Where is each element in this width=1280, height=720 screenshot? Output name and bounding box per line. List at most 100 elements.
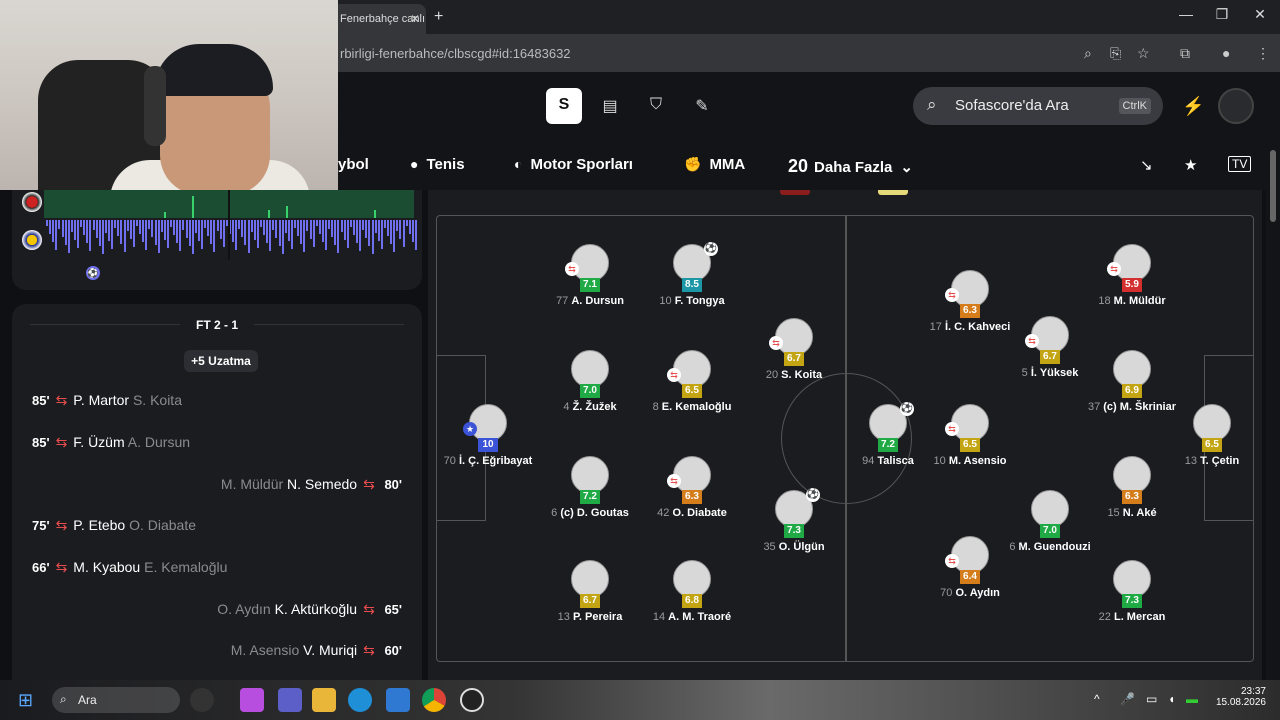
minimize-icon[interactable]: —: [1176, 6, 1196, 22]
momentum-bar: [346, 220, 349, 248]
substitution-icon: ⇆: [55, 559, 68, 575]
momentum-bar: [101, 220, 104, 254]
search-input[interactable]: ⌕ Sofascore'da Ara CtrlK: [913, 87, 1163, 125]
momentum-bar: [194, 220, 197, 233]
player-number: 10: [659, 295, 675, 307]
momentum-bar: [331, 220, 334, 237]
player-rating: 6.5: [682, 384, 702, 398]
momentum-bar: [290, 220, 293, 249]
clock[interactable]: 23:37 15.08.2026: [1210, 686, 1266, 708]
momentum-bar: [55, 220, 58, 250]
momentum-bar: [188, 220, 191, 246]
profile-icon[interactable]: ●: [1222, 45, 1230, 61]
momentum-bar: [157, 220, 160, 253]
momentum-bar: [163, 220, 166, 240]
sport-tab-tennis[interactable]: ● Tenis: [410, 156, 465, 173]
player-home[interactable]: 6.7 13 P. Pereira: [542, 560, 638, 623]
search-icon: ⌕: [60, 692, 67, 706]
player-photo: [571, 560, 609, 598]
chrome-icon[interactable]: [422, 688, 446, 712]
player-rating: 7.0: [1040, 524, 1060, 538]
momentum-bar: [192, 196, 194, 218]
player-home[interactable]: 7.3 35 O. Ülgün ⚽: [746, 488, 842, 553]
teams-icon[interactable]: [278, 688, 302, 712]
player-away[interactable]: 5.9 18 M. Müldür ⇆: [1084, 244, 1180, 307]
momentum-bar: [182, 220, 185, 230]
sport-tab-motor[interactable]: ◐ Motor Sporları: [514, 156, 633, 173]
tray-chevron-icon[interactable]: ^: [1094, 692, 1100, 706]
player-rating: 6.8: [682, 594, 702, 608]
momentum-bar: [241, 220, 244, 237]
network-icon[interactable]: ▭: [1146, 692, 1157, 706]
sport-tab-mma[interactable]: ✊ MMA: [684, 156, 745, 173]
store-icon[interactable]: [386, 688, 410, 712]
player-away[interactable]: 6.4 70 O. Aydın ⇆: [922, 536, 1018, 599]
copilot-icon[interactable]: [240, 688, 264, 712]
browser-tab[interactable]: Fenerbahçe canlı ✕: [330, 4, 426, 34]
momentum-bar: [170, 220, 172, 227]
close-tab-icon[interactable]: ✕: [410, 12, 420, 26]
player-name: 22 L. Mercan: [1098, 611, 1166, 623]
momentum-bar: [278, 220, 281, 246]
sub-player-in: M. Kyabou: [73, 559, 145, 575]
helmet-icon: ◐: [514, 156, 523, 172]
new-tab-button[interactable]: +: [434, 8, 443, 26]
edge-icon[interactable]: [348, 688, 372, 712]
sofascore-logo-icon[interactable]: S: [546, 88, 582, 124]
player-away[interactable]: 6.5 10 M. Asensio ⇆: [922, 404, 1018, 467]
momentum-bar: [235, 220, 238, 250]
favorites-star-icon[interactable]: ★: [1184, 156, 1197, 174]
folder-icon[interactable]: [312, 688, 336, 712]
edit-icon[interactable]: ✎: [684, 88, 720, 124]
sport-tab-football[interactable]: ybol: [338, 156, 369, 173]
shield-icon[interactable]: ⛉: [638, 88, 674, 124]
player-home[interactable]: 7.0 4 Ž. Žužek: [542, 350, 638, 413]
momentum-bar: [132, 220, 135, 247]
maximize-icon[interactable]: ❐: [1212, 6, 1232, 23]
extensions-icon[interactable]: ⧉: [1180, 45, 1190, 62]
install-icon[interactable]: ⎘: [1110, 45, 1121, 62]
windows-start-icon[interactable]: ⊞: [18, 690, 33, 711]
momentum-bar: [160, 220, 163, 232]
momentum-bar: [287, 220, 290, 241]
player-number: 37: [1087, 401, 1104, 413]
news-icon[interactable]: ▤: [592, 88, 628, 124]
player-home[interactable]: 10 70 İ. Ç. Eğribayat ★: [440, 404, 536, 467]
player-home[interactable]: 7.1 77 A. Dursun ⇆: [542, 244, 638, 307]
close-window-icon[interactable]: ✕: [1250, 6, 1270, 23]
player-name: 70 O. Aydın: [940, 587, 1000, 599]
player-away[interactable]: 6.3 15 N. Aké: [1084, 456, 1180, 519]
momentum-bar: [238, 220, 241, 229]
sub-minute: 80': [380, 477, 402, 492]
avatar[interactable]: [1218, 88, 1254, 124]
volume-icon[interactable]: ◖: [1168, 692, 1175, 706]
taskbar-search[interactable]: ⌕ Ara: [52, 687, 180, 713]
scrollbar-thumb[interactable]: [1270, 150, 1276, 222]
momentum-bar: [256, 220, 259, 248]
player-number: 5: [1021, 367, 1031, 379]
player-number: 70: [443, 455, 459, 467]
trending-icon[interactable]: ↘: [1140, 156, 1153, 174]
menu-dots-icon[interactable]: ⋮: [1256, 45, 1270, 62]
momentum-bar: [114, 220, 117, 228]
tv-icon[interactable]: TV: [1228, 156, 1252, 172]
player-home[interactable]: 6.7 20 S. Koita ⇆: [746, 318, 842, 381]
momentum-bar: [80, 220, 83, 227]
battery-icon[interactable]: ▬: [1186, 692, 1198, 706]
player-home[interactable]: 7.2 6 (c) D. Goutas: [542, 456, 638, 519]
bookmark-star-icon[interactable]: ☆: [1137, 45, 1150, 62]
momentum-bar: [269, 220, 272, 251]
app-icon[interactable]: [190, 688, 214, 712]
player-away[interactable]: 7.3 22 L. Mercan: [1084, 560, 1180, 623]
soccer-ball-icon: ⚽: [806, 488, 820, 502]
obs-icon[interactable]: [460, 688, 484, 712]
player-home[interactable]: 6.8 14 A. M. Traoré: [644, 560, 740, 623]
player-home[interactable]: 8.5 10 F. Tongya ⚽: [644, 242, 740, 307]
microphone-icon[interactable]: 🎤: [1120, 692, 1135, 706]
player-home[interactable]: 6.5 8 E. Kemaloğlu ⇆: [644, 350, 740, 413]
lightning-icon[interactable]: ⚡: [1182, 96, 1204, 117]
player-home[interactable]: 6.3 42 O. Diabate ⇆: [644, 456, 740, 519]
momentum-bar: [286, 206, 288, 218]
more-sports-dropdown[interactable]: 20 Daha Fazla ⌄: [788, 156, 913, 177]
zoom-icon[interactable]: ⌕: [1084, 45, 1092, 62]
